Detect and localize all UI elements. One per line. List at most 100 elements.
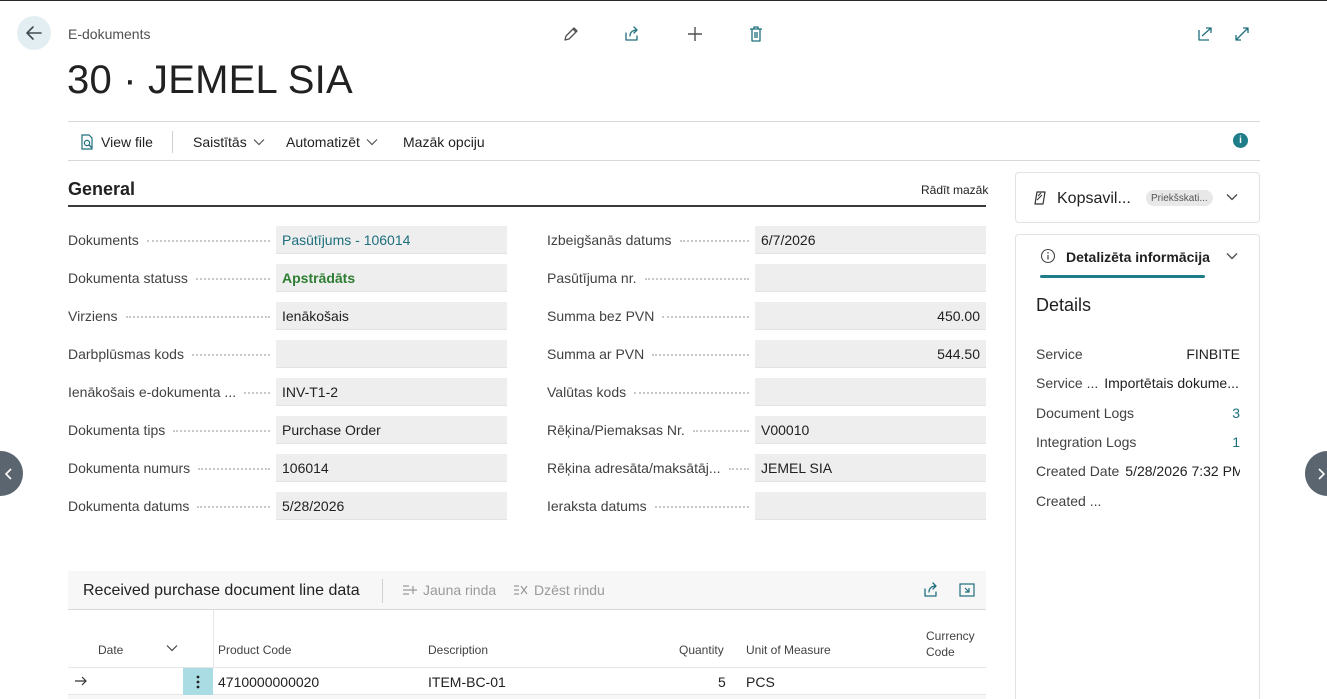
- integration-logs-link[interactable]: 1: [1232, 434, 1240, 450]
- leader-dots: [197, 506, 270, 508]
- leader-dots: [679, 240, 749, 242]
- field-label: Summa bez PVN: [547, 308, 655, 324]
- field-label: Pasūtījuma nr.: [547, 270, 637, 286]
- field-row: Dokumenta tips Purchase Order: [68, 416, 507, 444]
- field-value[interactable]: [755, 264, 986, 292]
- open-in-new-window-icon: [1198, 27, 1212, 41]
- column-header-unit-of-measure[interactable]: Unit of Measure: [746, 643, 831, 657]
- field-value[interactable]: 6/7/2026: [755, 226, 986, 254]
- detail-row-service-status: Service ... Importētais dokume...: [1036, 373, 1240, 393]
- cell-quantity[interactable]: 5: [718, 674, 726, 690]
- field-value[interactable]: Purchase Order: [276, 416, 507, 444]
- delete-button[interactable]: [744, 22, 768, 46]
- field-value[interactable]: 450.00: [755, 302, 986, 330]
- field-value[interactable]: Ienākošais: [276, 302, 507, 330]
- field-row: Ienākošais e-dokumenta ... INV-T1-2: [68, 378, 507, 406]
- arrow-left-icon: [26, 26, 42, 40]
- chevron-down-icon[interactable]: [166, 644, 178, 652]
- field-value[interactable]: 5/28/2026: [276, 492, 507, 520]
- table-row[interactable]: 4710000000020 ITEM-BC-01 5 PCS: [68, 667, 986, 695]
- leader-dots: [634, 392, 749, 394]
- detail-value: Importētais dokume...: [1104, 375, 1239, 391]
- edit-button[interactable]: [559, 22, 583, 46]
- field-value[interactable]: [276, 340, 507, 368]
- field-value[interactable]: 544.50: [755, 340, 986, 368]
- share-button[interactable]: [620, 22, 644, 46]
- lines-title[interactable]: Received purchase document line data: [83, 582, 360, 600]
- leader-dots: [662, 316, 749, 318]
- column-header-currency-code[interactable]: Code: [926, 645, 955, 659]
- chevron-right-icon: [1317, 467, 1325, 480]
- delete-line-action[interactable]: Dzēst rindu: [513, 582, 605, 598]
- column-header-product-code[interactable]: Product Code: [218, 643, 291, 657]
- field-row: Dokuments Pasūtījums - 106014: [68, 226, 507, 254]
- lines-expand-button[interactable]: [958, 581, 978, 601]
- detail-key: Created ...: [1036, 493, 1102, 509]
- column-header-quantity[interactable]: Quantity: [679, 643, 724, 657]
- info-circle-icon: [1040, 248, 1056, 264]
- window-top-border: [0, 0, 1327, 1]
- field-value[interactable]: 106014: [276, 454, 507, 482]
- column-header-date[interactable]: Date: [98, 643, 123, 657]
- field-value[interactable]: Apstrādāts: [276, 264, 507, 292]
- summary-title[interactable]: Kopsavil...: [1057, 190, 1131, 208]
- new-line-action[interactable]: Jauna rinda: [402, 582, 496, 598]
- cell-product-code[interactable]: 4710000000020: [218, 674, 319, 690]
- field-row: Rēķina/Piemaksas Nr. V00010: [547, 416, 986, 444]
- field-label: Dokuments: [68, 232, 139, 248]
- field-row: Dokumenta datums 5/28/2026: [68, 492, 507, 520]
- fewer-options-action[interactable]: Mazāk opciju: [403, 134, 485, 150]
- field-value[interactable]: [755, 492, 986, 520]
- info-icon[interactable]: i: [1233, 133, 1248, 148]
- open-new-window-button[interactable]: [1193, 22, 1217, 46]
- next-record-button[interactable]: [1305, 451, 1327, 496]
- expand-button[interactable]: [1230, 22, 1254, 46]
- new-line-icon: [403, 585, 417, 595]
- field-row: Valūtas kods: [547, 378, 986, 406]
- action-separator: [172, 131, 173, 153]
- field-value[interactable]: INV-T1-2: [276, 378, 507, 406]
- general-section-title[interactable]: General: [68, 179, 135, 200]
- detail-key: Integration Logs: [1036, 434, 1137, 450]
- leader-dots: [125, 316, 270, 318]
- column-header-currency[interactable]: Currency: [926, 629, 975, 643]
- automate-menu[interactable]: Automatizēt: [286, 134, 378, 150]
- previous-record-button[interactable]: [0, 451, 23, 496]
- show-less-link[interactable]: Rādīt mazāk: [921, 183, 988, 197]
- cell-description[interactable]: ITEM-BC-01: [428, 674, 506, 690]
- detail-value: 5/28/2026 7:32 PM: [1125, 463, 1240, 479]
- field-value[interactable]: JEMEL SIA: [755, 454, 986, 482]
- trash-icon: [750, 26, 762, 42]
- chevron-left-icon: [4, 467, 12, 480]
- field-value[interactable]: Pasūtījums - 106014: [276, 226, 507, 254]
- lines-share-button[interactable]: [922, 581, 942, 601]
- chevron-down-icon[interactable]: [1225, 249, 1239, 263]
- details-tab[interactable]: Detalizēta informācija: [1066, 249, 1210, 265]
- document-logs-link[interactable]: 3: [1232, 405, 1240, 421]
- field-label: Dokumenta statuss: [68, 270, 188, 286]
- field-row: Rēķina adresāta/maksātāj... JEMEL SIA: [547, 454, 986, 482]
- detail-row-created-by: Created ...: [1036, 491, 1240, 511]
- view-file-action[interactable]: View file: [80, 134, 153, 150]
- related-menu[interactable]: Saistītās: [193, 134, 265, 150]
- column-header-description[interactable]: Description: [428, 643, 488, 657]
- action-bar: View file Saistītās Automatizēt Mazāk op…: [68, 121, 1260, 161]
- field-label: Rēķina/Piemaksas Nr.: [547, 422, 685, 438]
- more-vertical-icon: [196, 675, 200, 688]
- back-button[interactable]: [17, 16, 51, 50]
- copilot-summary-icon: [1034, 191, 1046, 205]
- automate-label: Automatizēt: [286, 134, 360, 150]
- field-value[interactable]: [755, 378, 986, 406]
- breadcrumb[interactable]: E-dokuments: [68, 26, 150, 42]
- field-value[interactable]: V00010: [755, 416, 986, 444]
- field-label: Ienākošais e-dokumenta ...: [68, 384, 237, 400]
- field-label: Summa ar PVN: [547, 346, 645, 362]
- new-button[interactable]: [683, 22, 707, 46]
- leader-dots: [692, 430, 749, 432]
- chevron-down-icon[interactable]: [1225, 190, 1239, 204]
- field-row: Ieraksta datums: [547, 492, 986, 520]
- cell-unit-of-measure[interactable]: PCS: [746, 674, 775, 690]
- field-row: Dokumenta statuss Apstrādāts: [68, 264, 507, 292]
- field-label: Dokumenta datums: [68, 498, 190, 514]
- row-actions-menu[interactable]: [183, 668, 213, 695]
